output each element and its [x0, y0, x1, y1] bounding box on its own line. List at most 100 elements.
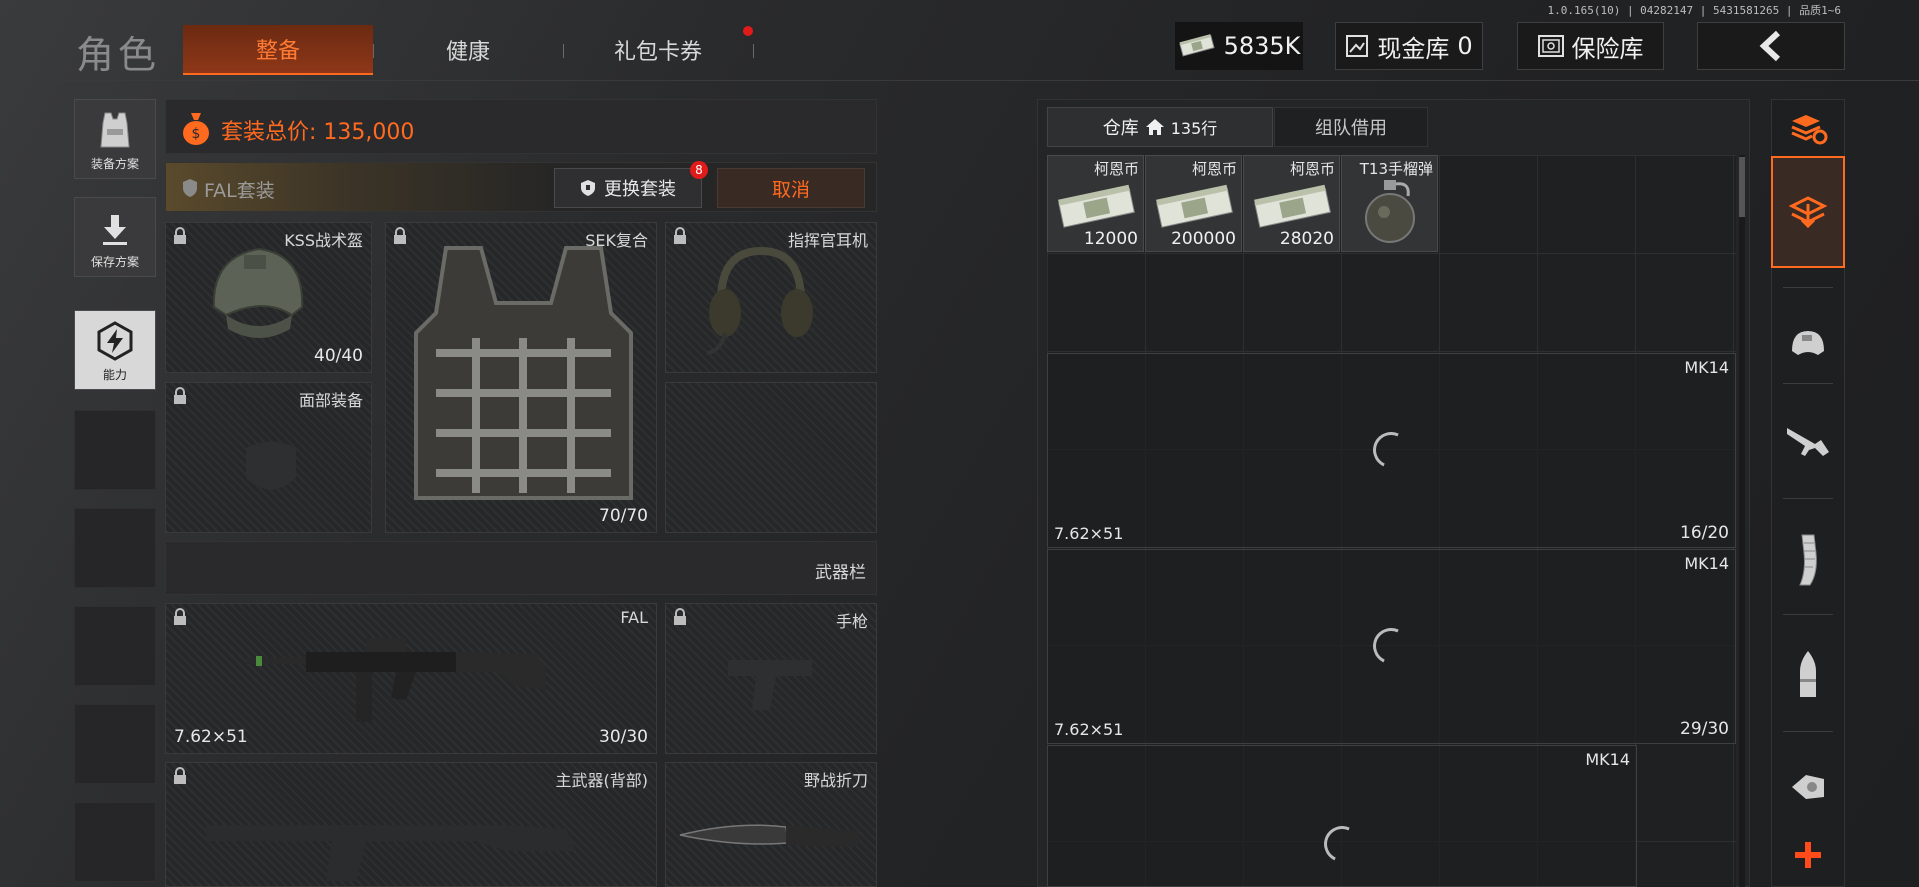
cash-stack-icon: [1058, 184, 1135, 228]
back-button[interactable]: [1697, 22, 1845, 70]
swap-kit-label: 更换套装: [604, 179, 676, 200]
knife-icon: [679, 824, 860, 847]
helmet-icon: [212, 247, 304, 338]
cancel-button[interactable]: 取消: [717, 168, 865, 208]
cash-stack-icon: [1156, 184, 1233, 228]
bullet-icon: [1800, 651, 1816, 697]
item-name: MK14: [1585, 750, 1630, 769]
armor-slot[interactable]: SEK复合 70/70: [385, 222, 657, 533]
home-icon: [1145, 119, 1164, 135]
loading-spinner-icon: [1367, 426, 1415, 474]
tab-storage-rows: 135行: [1170, 119, 1218, 138]
pistol-slot[interactable]: 手枪: [665, 603, 877, 754]
helmet-durability: 40/40: [314, 346, 363, 366]
warehouse-weapon-item[interactable]: MK14 7.62×51 29/30: [1047, 549, 1736, 744]
vault-image-icon: [1346, 35, 1369, 57]
tab-gift-coupons[interactable]: 礼包卡券: [563, 25, 753, 75]
item-count: 28020: [1279, 229, 1334, 249]
warehouse-item[interactable]: 柯恩币 28020: [1243, 155, 1340, 252]
rail-category-ammo[interactable]: [1771, 620, 1845, 730]
nav-ability[interactable]: 能力: [74, 310, 156, 390]
back-weapon-slot[interactable]: 主武器(背部): [165, 762, 657, 887]
helmet-icon: [1792, 331, 1824, 355]
headset-slot[interactable]: 指挥官耳机: [665, 222, 877, 373]
rail-category-all[interactable]: [1771, 156, 1845, 268]
ability-bolt-icon: [97, 321, 133, 361]
empty-equipment-slot: [665, 382, 877, 533]
item-name: MK14: [1684, 358, 1729, 377]
chevron-left-icon: [1759, 30, 1781, 62]
warehouse-item[interactable]: T13手榴弹: [1341, 155, 1438, 252]
warehouse-scrollbar[interactable]: [1739, 155, 1745, 887]
loadout-screen: 1.0.165(10) | 04282147 | 5431581265 | 品质…: [0, 0, 1919, 887]
rail-category-rifle[interactable]: [1771, 390, 1845, 490]
svg-text:$: $: [192, 126, 201, 142]
grenade-icon: [1365, 180, 1415, 243]
lock-icon: [174, 227, 186, 244]
warehouse-item[interactable]: 柯恩币 12000: [1047, 155, 1144, 252]
cash-stack-icon: [1178, 34, 1215, 57]
knife-slot[interactable]: 野战折刀: [665, 762, 877, 887]
shield-icon: [183, 179, 197, 197]
loading-spinner-icon: [1367, 622, 1415, 670]
money-bag-icon: $: [183, 113, 209, 145]
primary-weapon-caliber: 7.62×51: [174, 727, 248, 747]
headset-icon: [706, 246, 813, 355]
tab-health[interactable]: 健康: [373, 25, 563, 75]
nav-save-plan[interactable]: 保存方案: [74, 197, 156, 277]
primary-weapon-slot[interactable]: FAL 7.62×51 30/30: [165, 603, 657, 754]
insurance-vault-button[interactable]: 保险库: [1517, 22, 1664, 70]
tab-storage[interactable]: 仓库 135行: [1047, 107, 1273, 147]
shield-icon: [581, 180, 595, 196]
cash-vault-value: 0: [1457, 32, 1473, 60]
warehouse-weapon-item[interactable]: MK14: [1047, 745, 1637, 887]
loadout-total: 套装总价: 135,000: [221, 114, 414, 146]
version-text: 1.0.165(10) | 04282147 | 5431581265 | 品质…: [1547, 4, 1841, 17]
helmet-slot[interactable]: KSS战术盔 40/40: [165, 222, 372, 373]
primary-weapon-ammo: 30/30: [599, 727, 648, 747]
rail-add-button[interactable]: [1771, 830, 1845, 880]
cash-vault-button[interactable]: 现金库 0: [1335, 22, 1483, 70]
stack-download-icon: [1788, 196, 1828, 229]
weapons-header: 武器栏: [165, 541, 877, 595]
nav-loadout-plan[interactable]: 装备方案: [74, 99, 156, 179]
pistol-name: 手枪: [835, 612, 868, 631]
armor-durability: 70/70: [599, 506, 648, 526]
cash-stack-icon: [1254, 184, 1331, 228]
rail-divider: [1783, 614, 1833, 615]
mask-placeholder-icon: [246, 441, 296, 490]
header-divider: [0, 80, 1919, 81]
tab-divider: [753, 44, 754, 58]
nav-ability-label: 能力: [102, 368, 127, 382]
warehouse-scroll-thumb[interactable]: [1739, 157, 1745, 217]
knife-name: 野战折刀: [803, 771, 868, 790]
lock-icon: [174, 608, 186, 625]
rail-category-helmet[interactable]: [1771, 295, 1845, 395]
pistol-placeholder-icon: [728, 660, 812, 710]
plus-icon: [1795, 842, 1821, 868]
rail-category-magazine[interactable]: [1771, 505, 1845, 615]
rifle-placeholder-icon: [206, 825, 576, 881]
rail-category-attachment[interactable]: [1771, 737, 1845, 837]
nav-empty-slot: [74, 704, 156, 784]
rail-divider: [1783, 383, 1833, 384]
tab-team-borrow[interactable]: 组队借用: [1274, 107, 1428, 147]
stack-refresh-icon: [1791, 115, 1828, 145]
face-slot[interactable]: 面部装备: [165, 382, 372, 533]
rifle-icon: [246, 638, 546, 722]
item-count: 12000: [1083, 229, 1138, 249]
rail-sort-button[interactable]: [1771, 104, 1845, 152]
tab-loadout[interactable]: 整备: [183, 25, 373, 75]
loadout-total-bar: $ 套装总价: 135,000: [165, 99, 877, 154]
primary-weapon-name: FAL: [620, 608, 648, 627]
item-name: 柯恩币: [1289, 160, 1335, 178]
warehouse-weapon-item[interactable]: MK14 7.62×51 16/20: [1047, 353, 1736, 548]
rail-divider: [1783, 287, 1833, 288]
swap-kit-button[interactable]: 更换套装: [554, 168, 702, 208]
lock-icon: [674, 227, 686, 244]
vest-icon: [414, 246, 633, 500]
item-ammo: 16/20: [1680, 523, 1729, 543]
warehouse-item[interactable]: 柯恩币 200000: [1145, 155, 1242, 252]
weapons-header-label: 武器栏: [815, 563, 866, 583]
nav-empty-slot: [74, 606, 156, 686]
